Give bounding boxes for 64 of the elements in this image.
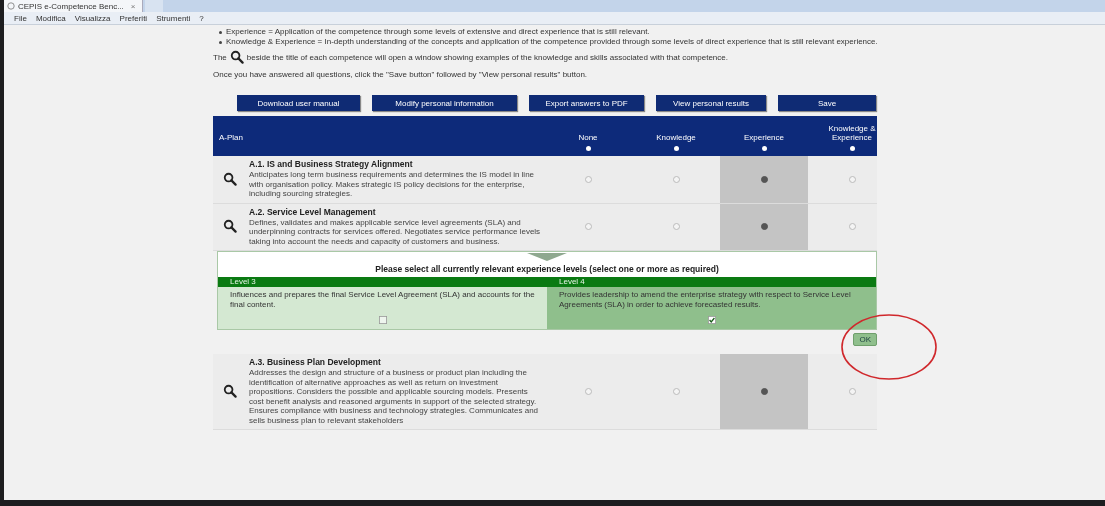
ok-button[interactable]: OK xyxy=(853,332,877,346)
competence-title: A.2. Service Level Management xyxy=(249,206,377,217)
radio-icon xyxy=(849,146,855,151)
tab-title: CEPIS e-Competence Benc... xyxy=(18,1,124,11)
instruction-text: Once you have answered all questions, click the "Save button" followed by "View personal results" button. xyxy=(213,70,589,79)
column-header: Knowledge xyxy=(655,133,697,142)
level-description: Provides leadership to amend the enterprise strategy with respect to Service Level Agreements (SLA) in order to achieve forecasted results. xyxy=(559,290,852,310)
radio-icon xyxy=(673,146,679,151)
competence-description: Addresses the design and structure of a business or product plan including the identification of alternative approaches as well as return on investment propositions. Considers the possible and applicable sourcing models. Presents cost benefit analysis and reasoned arguments in support of the selected strategy. Ensures compliance with business and technology strategies. Communicates and sells business plan to relevant stakeholders xyxy=(249,368,540,425)
search-icon xyxy=(229,50,244,64)
radio-button[interactable] xyxy=(584,388,592,395)
radio-button[interactable] xyxy=(584,223,592,231)
search-icon[interactable] xyxy=(223,219,237,234)
close-tab-button[interactable]: × xyxy=(130,1,136,11)
intro-text: The xyxy=(213,52,227,62)
checkbox[interactable] xyxy=(707,316,716,324)
menu-item[interactable]: ? xyxy=(199,13,204,23)
action-button[interactable]: Save xyxy=(778,95,876,111)
radio-button[interactable] xyxy=(672,388,680,395)
bullet-text: Knowledge & Experience = In-depth understanding of the concepts and application of the competence provided through some levels of direct experience that is still relevant experience. xyxy=(226,37,878,47)
triangle-icon xyxy=(527,253,567,261)
menu-item[interactable]: Modifica xyxy=(35,13,66,23)
radio-icon xyxy=(761,146,767,151)
column-header: None xyxy=(577,133,599,142)
radio-icon xyxy=(585,146,591,151)
action-button[interactable]: Download user manual xyxy=(237,95,360,111)
bullet-icon xyxy=(219,41,222,44)
bullet-text: Experience = Application of the competence through some levels of extensive and direct experience that is still relevant. xyxy=(226,27,650,37)
competence-description: Anticipates long term business requirements and determines the IS model in line with organisation policy. Makes strategic IS policy decisions for the enterprise, including sourcing strategies. xyxy=(249,170,536,199)
radio-button[interactable] xyxy=(760,175,768,183)
column-header: Knowledge & Experience xyxy=(827,124,877,142)
competence-title: A.3. Business Plan Development xyxy=(249,357,382,367)
search-icon[interactable] xyxy=(223,384,237,398)
menu-item[interactable]: Visualizza xyxy=(74,13,111,23)
intro-text: beside the title of each competence will open a window showing examples of the knowledge and skills associated with that competence. xyxy=(246,52,728,62)
section-title: A-Plan xyxy=(219,133,243,142)
checkbox[interactable] xyxy=(378,316,387,324)
browser-tab[interactable]: CEPIS e-Competence Benc... × xyxy=(4,0,143,12)
action-button[interactable]: Modify personal information xyxy=(372,95,517,111)
competence-title: A.1. IS and Business Strategy Alignment xyxy=(249,159,414,169)
panel-prompt: Please select all currently relevant experience levels (select one or more as required) xyxy=(375,264,719,274)
column-header: Experience xyxy=(743,133,785,142)
competence-description: Defines, validates and makes applicable service level agreements (SLA) and underpinning contracts for services offered. Negotiates service performance levels taking into account the needs and capacity of customers and business. xyxy=(249,217,541,246)
radio-button[interactable] xyxy=(672,175,680,183)
radio-button[interactable] xyxy=(584,175,592,183)
search-icon[interactable] xyxy=(223,171,237,186)
level-option[interactable]: Influences and prepares the final Service Level Agreement (SLA) and accounts for the final content. xyxy=(218,287,547,329)
menu-item[interactable]: Preferiti xyxy=(119,13,148,23)
bullet-icon xyxy=(219,31,222,34)
radio-button[interactable] xyxy=(848,388,856,395)
level-description: Influences and prepares the final Service Level Agreement (SLA) and accounts for the final content. xyxy=(230,290,535,310)
radio-button[interactable] xyxy=(760,223,768,231)
level-label: Level 4 xyxy=(559,277,585,286)
level-option[interactable]: Provides leadership to amend the enterprise strategy with respect to Service Level Agreements (SLA) in order to achieve forecasted results. xyxy=(547,287,876,329)
level-label: Level 3 xyxy=(230,277,256,286)
action-button[interactable]: Export answers to PDF xyxy=(529,95,644,111)
radio-button[interactable] xyxy=(672,223,680,231)
menu-item[interactable]: File xyxy=(14,13,27,23)
radio-button[interactable] xyxy=(848,175,856,183)
new-tab-button[interactable] xyxy=(144,0,163,12)
action-button[interactable]: View personal results xyxy=(656,95,766,111)
menu-item[interactable]: Strumenti xyxy=(156,13,191,23)
radio-button[interactable] xyxy=(760,388,768,395)
radio-button[interactable] xyxy=(848,223,856,231)
